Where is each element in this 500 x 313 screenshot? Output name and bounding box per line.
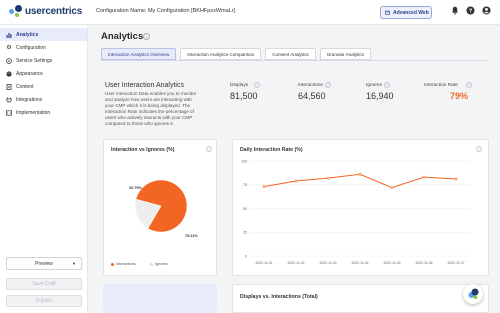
help-icon[interactable]: ? — [465, 6, 475, 18]
usercentrics-logo-icon — [9, 5, 22, 18]
advanced-web-label: Advanced Web — [393, 9, 429, 16]
publish-button[interactable]: Publish — [6, 295, 82, 307]
x-tick-label: 2022-11-04 — [351, 261, 368, 265]
pie-label-interactions: 79.21% — [185, 234, 199, 238]
advanced-web-button[interactable]: Advanced Web — [380, 6, 432, 19]
pie-label-ignores: 20.79% — [129, 186, 143, 190]
data-point — [422, 175, 426, 179]
top-bar: usercentrics Configuration Name: My Conf… — [0, 0, 500, 25]
legend-swatch-interactions — [111, 262, 114, 266]
configuration-name: Configuration Name: My Configuration [BK… — [96, 8, 236, 14]
plug-icon — [6, 97, 12, 103]
tab-bar: Interaction Analytics Overview Interacti… — [101, 48, 371, 60]
y-tick-label: 25 — [243, 231, 247, 235]
y-tick-label: 50 — [243, 207, 247, 211]
x-tick-label: 2022-11-02 — [287, 261, 304, 265]
save-draft-button[interactable]: Save Draft — [6, 278, 82, 290]
kpi-label-ignores: Ignores — [366, 83, 382, 88]
kpi-value-interaction-rate: 79% — [450, 91, 469, 101]
data-point — [358, 172, 362, 176]
sidebar-item-analytics[interactable]: Analytics — [0, 28, 87, 41]
sidebar-item-label: Service Settings — [16, 57, 53, 64]
info-icon[interactable]: i — [466, 82, 472, 88]
info-icon[interactable]: i — [384, 82, 390, 88]
tab-interaction-analytics-overview[interactable]: Interaction Analytics Overview — [101, 48, 177, 60]
calendar-icon — [385, 10, 390, 15]
x-tick-label: 2022-11-03 — [319, 261, 336, 265]
usercentrics-widget-icon — [468, 288, 479, 299]
sliders-icon — [6, 57, 12, 64]
legend-label-ignores: Ignores — [155, 262, 168, 266]
kpi-label-displays: Displays — [230, 83, 249, 88]
user-account-icon[interactable] — [481, 6, 491, 18]
sidebar-item-integrations[interactable]: Integrations — [0, 93, 87, 106]
y-tick-label: 100 — [241, 159, 247, 163]
legend-item-interactions: Interactions — [111, 262, 136, 266]
kpi-value-interactions: 64,560 — [298, 91, 326, 101]
series-line — [263, 173, 457, 189]
sidebar-item-label: Appearance — [16, 70, 43, 77]
x-tick-label: 2022-11-01 — [255, 261, 272, 265]
logo[interactable]: usercentrics — [9, 5, 82, 18]
data-point — [294, 179, 298, 183]
info-icon[interactable]: i — [325, 82, 331, 88]
x-tick-label: 2022-11-05 — [383, 261, 400, 265]
kpi-label-interactions: Interactions — [298, 83, 323, 88]
sidebar-item-configuration[interactable]: ⚙ Configuration — [0, 41, 87, 54]
summary-title: User Interaction Analytics — [105, 82, 184, 89]
kpi-value-displays: 81,500 — [230, 91, 258, 101]
svg-text:?: ? — [468, 9, 472, 15]
info-icon[interactable]: i — [143, 33, 150, 40]
summary-description: User Interaction Data enables you to mon… — [105, 91, 197, 126]
line-chart: 0 25 50 75 100 2022-11-01 2022-11-02 2022-11-03… — [241, 159, 470, 265]
logo-text: usercentrics — [25, 6, 83, 17]
page-title: Analytics — [101, 31, 144, 42]
data-point — [390, 186, 394, 190]
sidebar-item-label: Analytics — [16, 31, 39, 38]
sidebar-item-label: Configuration — [16, 44, 46, 51]
pie-chart: 79.21% 20.79% — [129, 179, 199, 238]
kpi-label-interaction-rate: Interaction Rate — [424, 83, 458, 88]
preview-label: Preview — [35, 260, 53, 267]
sidebar-item-label: Integrations — [16, 96, 43, 103]
bottom-left-card — [103, 284, 217, 313]
document-icon — [6, 83, 12, 90]
tab-divider — [101, 60, 488, 61]
tab-interaction-analytics-comparison[interactable]: Interaction Analytics Comparison — [180, 48, 262, 60]
chevron-down-icon: ▼ — [72, 261, 76, 266]
x-tick-label: 2022-11-06 — [415, 261, 432, 265]
data-point — [454, 177, 458, 181]
legend-item-ignores: Ignores — [150, 262, 168, 266]
preview-dropdown[interactable]: Preview ▼ — [6, 257, 82, 270]
tab-granular-analytics[interactable]: Granular Analytics — [319, 48, 371, 60]
sidebar-item-service-settings[interactable]: Service Settings — [0, 54, 87, 67]
data-point — [326, 176, 330, 180]
gear-icon: ⚙ — [6, 44, 12, 51]
sidebar-item-label: Content — [16, 83, 34, 90]
code-icon — [6, 109, 12, 116]
chart-icon — [6, 32, 12, 38]
sidebar-item-label: Implementation — [16, 109, 51, 116]
info-icon[interactable]: i — [254, 82, 260, 88]
data-point — [262, 185, 266, 189]
sidebar-item-content[interactable]: Content — [0, 80, 87, 93]
bottom-card-title: Displays vs. Interactions (Total) — [240, 294, 318, 300]
legend-swatch-ignores — [150, 262, 153, 266]
usercentrics-widget-button[interactable] — [463, 284, 483, 304]
sidebar-item-appearance[interactable]: Appearance — [0, 67, 87, 80]
y-tick-label: 75 — [243, 183, 247, 187]
x-tick-label: 2022-11-07 — [447, 261, 464, 265]
sidebar: Analytics ⚙ Configuration Service Settin… — [0, 25, 88, 313]
palette-icon — [6, 70, 12, 77]
y-tick-label: 0 — [245, 254, 247, 258]
sidebar-item-implementation[interactable]: Implementation — [0, 106, 87, 119]
legend-label-interactions: Interactions — [116, 262, 136, 266]
kpi-value-ignores: 16,940 — [366, 91, 394, 101]
bell-icon[interactable] — [450, 6, 460, 18]
tab-consent-analytics[interactable]: Consent Analytics — [265, 48, 316, 60]
